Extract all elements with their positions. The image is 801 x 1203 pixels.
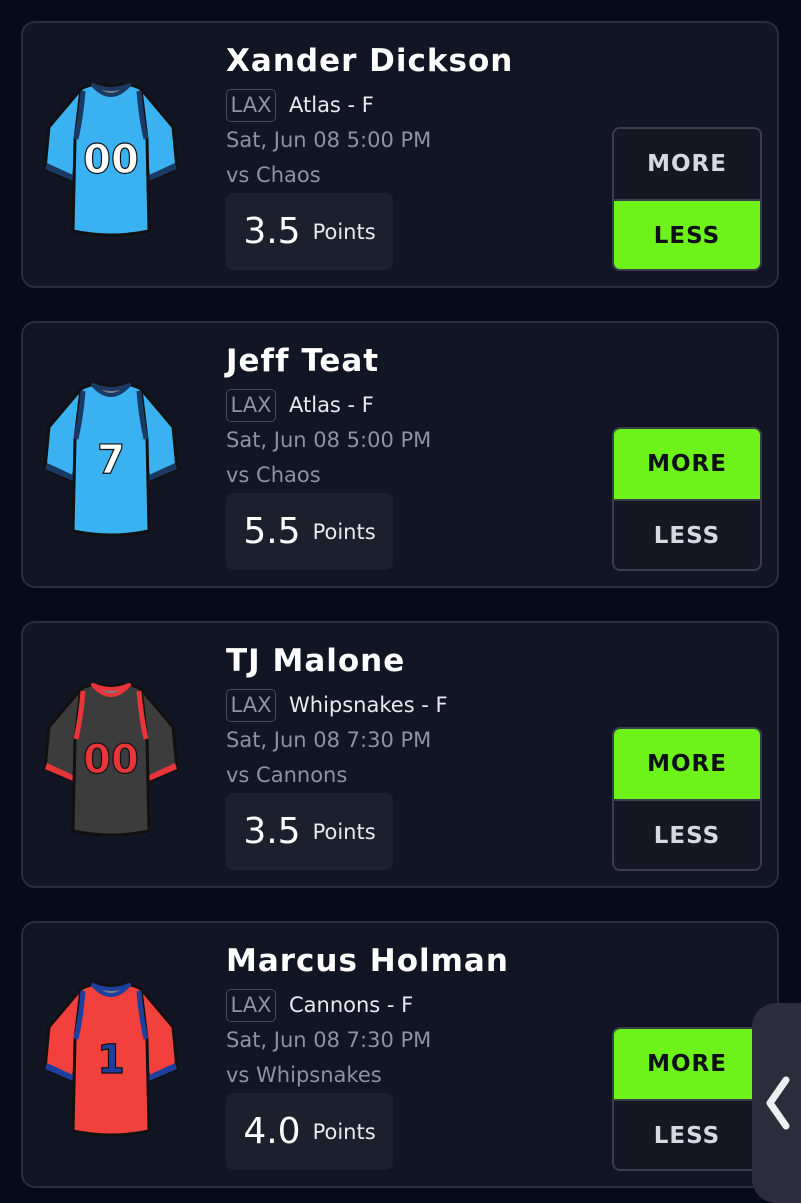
points-unit: Points (312, 219, 376, 244)
jersey-icon: 7 (43, 382, 179, 537)
opponent: vs Whipsnakes (226, 1063, 382, 1087)
team-position: Atlas - F (289, 93, 374, 117)
more-button[interactable]: MORE (614, 129, 760, 201)
league-badge: LAX (226, 89, 276, 122)
league-badge: LAX (226, 389, 276, 422)
jersey-icon: 00 (43, 82, 179, 237)
player-card: 00 Xander Dickson LAX Atlas - F Sat, Jun… (21, 21, 779, 288)
points-line: 3.5 Points (226, 793, 393, 870)
less-button[interactable]: LESS (614, 201, 760, 269)
league-badge: LAX (226, 689, 276, 722)
points-line: 3.5 Points (226, 193, 393, 270)
opponent: vs Cannons (226, 763, 348, 787)
player-name: Jeff Teat (226, 343, 380, 379)
game-time: Sat, Jun 08 5:00 PM (226, 428, 432, 452)
side-panel-handle[interactable] (752, 1003, 801, 1203)
player-card: 7 Jeff Teat LAX Atlas - F Sat, Jun 08 5:… (21, 321, 779, 588)
chevron-left-icon (766, 1076, 790, 1130)
player-name: TJ Malone (226, 643, 406, 679)
player-card: 1 Marcus Holman LAX Cannons - F Sat, Jun… (21, 921, 779, 1188)
team-position: Whipsnakes - F (289, 693, 448, 717)
jersey-number: 00 (83, 737, 139, 783)
team-position: Cannons - F (289, 993, 414, 1017)
more-button[interactable]: MORE (614, 429, 760, 501)
jersey-number: 1 (97, 1037, 125, 1083)
opponent: vs Chaos (226, 163, 321, 187)
less-button[interactable]: LESS (614, 1101, 760, 1169)
points-unit: Points (312, 1119, 376, 1144)
league-badge: LAX (226, 989, 276, 1022)
jersey-number: 7 (97, 437, 125, 483)
points-line: 4.0 Points (226, 1093, 393, 1170)
jersey-icon: 00 (43, 682, 179, 837)
points-unit: Points (312, 519, 376, 544)
more-button[interactable]: MORE (614, 729, 760, 801)
team-position: Atlas - F (289, 393, 374, 417)
points-value: 3.5 (243, 211, 301, 252)
game-time: Sat, Jun 08 7:30 PM (226, 1028, 432, 1052)
points-value: 5.5 (243, 511, 301, 552)
less-button[interactable]: LESS (614, 501, 760, 569)
less-button[interactable]: LESS (614, 801, 760, 869)
player-name: Xander Dickson (226, 43, 514, 79)
more-less-toggle: MORE LESS (612, 427, 762, 571)
game-time: Sat, Jun 08 5:00 PM (226, 128, 432, 152)
points-line: 5.5 Points (226, 493, 393, 570)
player-name: Marcus Holman (226, 943, 509, 979)
points-unit: Points (312, 819, 376, 844)
more-less-toggle: MORE LESS (612, 727, 762, 871)
jersey-number: 00 (83, 137, 139, 183)
more-less-toggle: MORE LESS (612, 127, 762, 271)
opponent: vs Chaos (226, 463, 321, 487)
player-card: 00 TJ Malone LAX Whipsnakes - F Sat, Jun… (21, 621, 779, 888)
points-value: 4.0 (243, 1111, 301, 1152)
jersey-icon: 1 (43, 982, 179, 1137)
game-time: Sat, Jun 08 7:30 PM (226, 728, 432, 752)
more-button[interactable]: MORE (614, 1029, 760, 1101)
points-value: 3.5 (243, 811, 301, 852)
more-less-toggle: MORE LESS (612, 1027, 762, 1171)
